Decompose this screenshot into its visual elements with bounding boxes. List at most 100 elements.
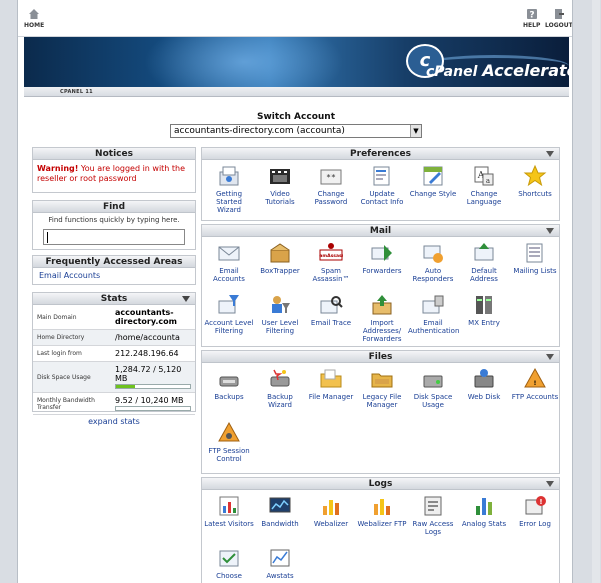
collapse-triangle-icon[interactable]: [182, 296, 190, 302]
item-auto-responders[interactable]: Auto Responders: [408, 241, 458, 283]
item-label: Spam Assassin™: [312, 267, 350, 283]
item-label: User Level Filtering: [261, 319, 299, 335]
logout-button[interactable]: LOGOUT: [545, 8, 572, 29]
stats-row-home-directory: Home Directory/home/accounta: [33, 329, 195, 346]
svg-text:!: !: [534, 380, 537, 387]
item-boxtrapper[interactable]: BoxTrapper: [255, 241, 305, 275]
svg-text:!: !: [539, 498, 542, 506]
item-forwarders[interactable]: Forwarders: [357, 241, 407, 275]
files-title: Files: [368, 352, 393, 362]
item-change-language[interactable]: Aa Change Language: [459, 164, 509, 206]
item-shortcuts[interactable]: Shortcuts: [510, 164, 560, 198]
item-choose-log-programs[interactable]: Choose: [204, 546, 254, 580]
visitors-icon: [219, 496, 239, 516]
item-awstats[interactable]: Awstats: [255, 546, 305, 580]
find-input[interactable]: [43, 229, 185, 245]
item-mx-entry[interactable]: MX Entry: [459, 293, 509, 327]
item-backups[interactable]: Backups: [204, 367, 254, 401]
item-change-style[interactable]: Change Style: [408, 164, 458, 198]
item-disk-space-usage[interactable]: Disk Space Usage: [408, 367, 458, 409]
item-label: Import Addresses/ Forwarders: [362, 319, 402, 343]
stats-label: Disk Space Usage: [33, 361, 111, 393]
stats-row-disk-space: Disk Space Usage 1,284.72 / 5,120 MB: [33, 361, 195, 393]
item-analog-stats[interactable]: Analog Stats: [459, 494, 509, 528]
item-backup-wizard[interactable]: Backup Wizard: [255, 367, 305, 409]
files-header[interactable]: Files: [202, 351, 559, 363]
item-email-authentication[interactable]: Email Authentication: [408, 293, 459, 335]
item-default-address[interactable]: Default Address: [459, 241, 509, 283]
item-label: Email Accounts: [213, 267, 245, 283]
mail-header[interactable]: Mail: [202, 225, 559, 237]
stats-row-bandwidth: Monthly Bandwidth Transfer 9.52 / 10,240 …: [33, 392, 195, 415]
page-scrollbar[interactable]: [592, 0, 600, 583]
version-label: CPANEL 11: [24, 87, 569, 97]
home-label: HOME: [24, 22, 45, 29]
stats-value: 9.52 / 10,240 MB: [115, 396, 184, 405]
item-file-manager[interactable]: File Manager: [306, 367, 356, 401]
item-webalizer-ftp[interactable]: Webalizer FTP: [357, 494, 407, 528]
chevron-down-icon[interactable]: ▼: [410, 125, 421, 137]
item-label: Web Disk: [467, 393, 501, 401]
disk-usage-bar: [115, 384, 191, 389]
stats-value: 212.248.196.64: [111, 345, 195, 362]
item-video-tutorials[interactable]: Video Tutorials: [255, 164, 305, 206]
svg-text:**: **: [326, 173, 336, 182]
item-webalizer[interactable]: Webalizer: [306, 494, 356, 528]
notices-warning: Warning! You are logged in with the rese…: [37, 164, 186, 183]
item-change-password[interactable]: ** Change Password: [306, 164, 356, 206]
collapse-triangle-icon[interactable]: [546, 481, 554, 487]
preferences-header[interactable]: Preferences: [202, 148, 559, 160]
item-label: Shortcuts: [518, 190, 552, 198]
item-getting-started-wizard[interactable]: Getting Started Wizard: [204, 164, 254, 214]
disk-usage-fill: [116, 385, 135, 388]
autoresponder-icon: [423, 245, 443, 263]
item-spam-assassin[interactable]: SpamAssassin Spam Assassin™: [306, 241, 356, 283]
logs-header[interactable]: Logs: [202, 478, 559, 490]
collapse-triangle-icon[interactable]: [546, 228, 554, 234]
filter-icon: [218, 295, 239, 314]
item-label: Bandwidth: [261, 520, 299, 528]
item-user-level-filtering[interactable]: User Level Filtering: [255, 293, 305, 335]
item-legacy-file-manager[interactable]: Legacy File Manager: [357, 367, 407, 409]
frequent-link-email-accounts[interactable]: Email Accounts: [39, 271, 100, 280]
item-email-accounts[interactable]: Email Accounts: [204, 241, 254, 283]
item-raw-access-logs[interactable]: Raw Access Logs: [408, 494, 458, 536]
choose-log-icon: [219, 550, 239, 567]
backup-wizard-icon: [270, 369, 290, 387]
item-bandwidth[interactable]: Bandwidth: [255, 494, 305, 528]
item-latest-visitors[interactable]: Latest Visitors: [204, 494, 254, 528]
item-label: Video Tutorials: [265, 190, 295, 206]
switch-account-select[interactable]: accountants-directory.com (accounta) ▼: [170, 124, 422, 138]
collapse-triangle-icon[interactable]: [546, 354, 554, 360]
item-web-disk[interactable]: Web Disk: [459, 367, 509, 401]
expand-stats-link[interactable]: expand stats: [32, 417, 196, 426]
item-error-log[interactable]: ! Error Log: [510, 494, 560, 528]
logs-panel: Logs Latest Visitors Bandwidth Webalizer We…: [201, 477, 560, 583]
item-account-level-filtering[interactable]: Account Level Filtering: [204, 293, 254, 335]
switch-account-label: Switch Account: [257, 112, 335, 122]
item-label: Change Password: [314, 190, 348, 206]
item-email-trace[interactable]: Email Trace: [306, 293, 356, 327]
language-icon: Aa: [474, 166, 494, 186]
collapse-triangle-icon[interactable]: [546, 151, 554, 157]
help-button[interactable]: ? HELP: [523, 8, 540, 29]
stats-header[interactable]: Stats: [33, 293, 195, 305]
item-label: Webalizer: [313, 520, 349, 528]
stats-row-main-domain: Main Domain accountants-directory.com: [33, 305, 195, 330]
item-import-addresses-forwarders[interactable]: Import Addresses/ Forwarders: [357, 293, 407, 343]
logs-title: Logs: [368, 479, 393, 489]
item-label: Change Style: [409, 190, 457, 198]
folder-icon: [320, 369, 342, 388]
item-update-contact-info[interactable]: Update Contact Info: [357, 164, 407, 206]
item-label: BoxTrapper: [260, 267, 300, 275]
ftp-icon: !: [524, 367, 546, 388]
default-address-icon: [474, 243, 494, 261]
item-label: Update Contact Info: [360, 190, 404, 206]
item-ftp-session-control[interactable]: FTP Session Control: [204, 421, 254, 463]
item-mailing-lists[interactable]: Mailing Lists: [510, 241, 560, 275]
item-label: Forwarders: [362, 267, 402, 275]
item-label: Backup Wizard: [267, 393, 293, 409]
item-ftp-accounts[interactable]: ! FTP Accounts: [510, 367, 560, 401]
home-button[interactable]: HOME: [24, 8, 44, 29]
style-icon: [423, 166, 443, 186]
